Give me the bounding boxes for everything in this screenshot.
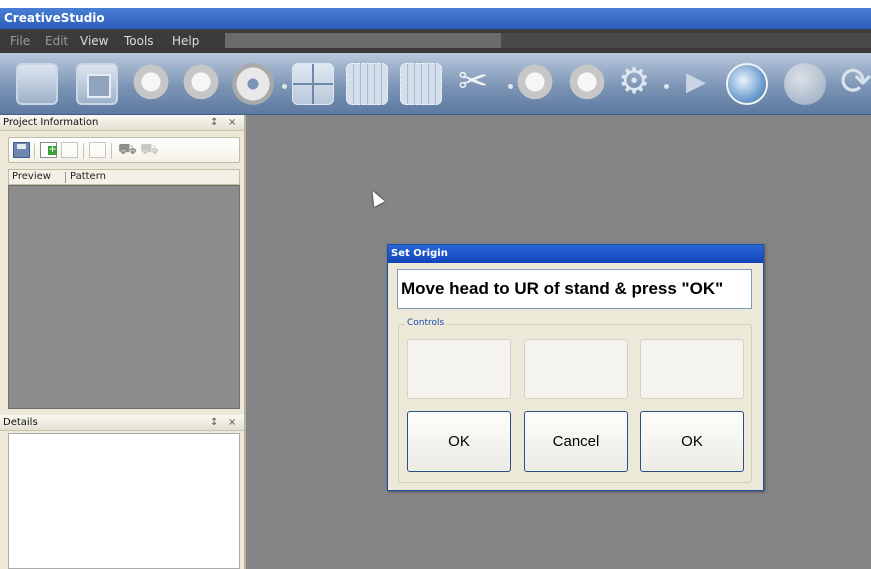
close-icon[interactable]: × (228, 415, 236, 430)
menu-view[interactable]: View (80, 34, 108, 48)
new-document-icon[interactable] (40, 142, 57, 158)
dialog-message: Move head to UR of stand & press "OK" (397, 269, 752, 309)
empty-control-3[interactable] (640, 339, 744, 399)
toolbar-separator (111, 143, 112, 159)
document-check-icon[interactable] (89, 142, 106, 158)
ok-button-2[interactable]: OK (640, 411, 744, 472)
globe-search-icon[interactable] (726, 63, 768, 105)
project-info-header: Project Information ↕ × (0, 115, 244, 131)
frame-icon[interactable] (16, 63, 58, 105)
controls-group: Controls OK Cancel OK (398, 318, 752, 483)
stop-icon[interactable] (76, 63, 118, 105)
tab-separator (65, 172, 66, 183)
thread-spool-icon[interactable] (130, 63, 172, 105)
bobbin-icon[interactable] (514, 63, 556, 105)
menu-bar-fill (501, 33, 871, 48)
details-title: Details (3, 417, 38, 428)
tab-preview[interactable]: Preview (12, 171, 51, 182)
menu-file[interactable]: File (10, 34, 30, 48)
dialog-title: Set Origin (388, 245, 763, 263)
refresh-icon[interactable] (838, 59, 871, 105)
empty-control-1[interactable] (407, 339, 511, 399)
pin-icon[interactable]: ↕ (210, 415, 218, 430)
preview-tabs: Preview Pattern (8, 169, 240, 185)
machine-icon[interactable] (117, 140, 137, 160)
toolbar-separator (83, 143, 84, 159)
hoop-icon[interactable] (180, 63, 222, 105)
details-body (8, 433, 240, 569)
menu-search-box[interactable] (225, 33, 501, 48)
controls-label: Controls (405, 318, 447, 328)
details-header: Details ↕ × (0, 415, 244, 431)
app-title: CreativeStudio (4, 11, 105, 25)
top-strip (0, 0, 871, 8)
set-origin-dialog: Set Origin Move head to UR of stand & pr… (387, 244, 764, 491)
document-icon[interactable] (61, 142, 78, 158)
tab-pattern[interactable]: Pattern (70, 171, 106, 182)
project-info-title: Project Information (3, 117, 99, 128)
separator-dot (282, 84, 287, 89)
menu-bar: File Edit View Tools Help (0, 29, 871, 53)
settings-icon[interactable] (614, 61, 656, 105)
separator-dot (508, 84, 513, 89)
app-titlebar: CreativeStudio (0, 8, 871, 29)
scissors-icon[interactable] (454, 61, 496, 105)
separator-dot (664, 84, 669, 89)
dashed-grid-icon[interactable] (346, 63, 388, 105)
toolbar-separator (34, 143, 35, 159)
machine-alt-icon[interactable] (139, 140, 159, 160)
menu-tools[interactable]: Tools (124, 34, 154, 48)
left-dock-panel: Project Information ↕ × Preview Pattern … (0, 115, 246, 569)
main-toolbar (0, 53, 871, 115)
grid-table-icon[interactable] (400, 63, 442, 105)
grid-icon[interactable] (292, 63, 334, 105)
ok-button[interactable]: OK (407, 411, 511, 472)
preview-area (8, 185, 240, 409)
project-toolbar (8, 137, 240, 163)
close-icon[interactable]: × (228, 115, 236, 130)
disc-icon[interactable] (232, 63, 274, 105)
spool-gear-icon[interactable] (566, 63, 608, 105)
menu-help[interactable]: Help (172, 34, 199, 48)
cancel-button[interactable]: Cancel (524, 411, 628, 472)
empty-control-2[interactable] (524, 339, 628, 399)
pin-icon[interactable]: ↕ (210, 115, 218, 130)
save-icon[interactable] (13, 142, 30, 158)
globe-icon[interactable] (784, 63, 826, 105)
menu-edit[interactable]: Edit (45, 34, 68, 48)
play-icon[interactable] (676, 63, 718, 105)
